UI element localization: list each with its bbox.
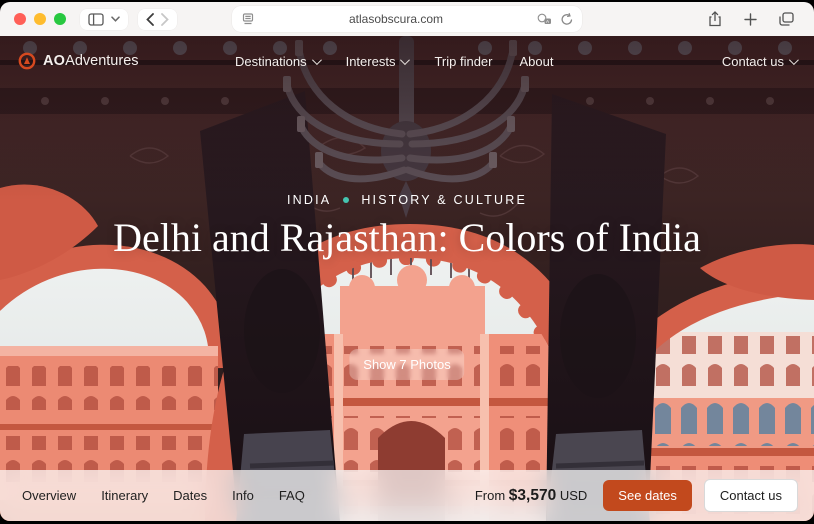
trip-tabs: Overview Itinerary Dates Info FAQ: [22, 488, 305, 503]
nav-item-destinations[interactable]: Destinations: [235, 54, 322, 69]
breadcrumb-category[interactable]: HISTORY & CULTURE: [361, 193, 527, 207]
breadcrumb-dot: [343, 197, 350, 203]
sidebar-chevron-down-icon[interactable]: [111, 16, 120, 22]
page-title: Delhi and Rajasthan: Colors of India: [113, 215, 701, 260]
back-button-icon[interactable]: [146, 12, 154, 26]
show-photos-button[interactable]: Show 7 Photos: [349, 349, 465, 380]
reader-view-icon[interactable]: [241, 12, 255, 26]
zoom-window-button[interactable]: [54, 13, 66, 25]
chevron-down-icon: [788, 54, 799, 65]
nav-item-interests[interactable]: Interests: [346, 54, 411, 69]
see-dates-button[interactable]: See dates: [603, 480, 692, 511]
minimize-window-button[interactable]: [34, 13, 46, 25]
ao-logo-icon: [18, 52, 36, 70]
chevron-down-icon: [311, 54, 322, 65]
hero-section: AOAdventures Destinations Interests Trip…: [0, 36, 814, 521]
trip-actions: From $3,570 USD See dates Contact us: [475, 479, 798, 512]
price-text: From $3,570 USD: [474, 486, 588, 504]
sidebar-controls: [80, 8, 128, 30]
price-amount: $3,570: [508, 486, 557, 504]
tab-faq[interactable]: FAQ: [279, 488, 305, 503]
brand-text: AOAdventures: [43, 53, 139, 69]
traffic-lights: [14, 13, 66, 25]
forward-button-icon[interactable]: [161, 12, 169, 26]
tab-itinerary[interactable]: Itinerary: [101, 488, 148, 503]
site-navbar: AOAdventures Destinations Interests Trip…: [0, 36, 814, 86]
reload-icon[interactable]: [561, 12, 573, 26]
history-nav: [138, 8, 177, 30]
chevron-down-icon: [400, 54, 411, 65]
close-window-button[interactable]: [14, 13, 26, 25]
breadcrumb: INDIA HISTORY & CULTURE: [0, 193, 814, 207]
share-icon[interactable]: [708, 11, 722, 27]
trip-action-bar: Overview Itinerary Dates Info FAQ From $…: [0, 470, 814, 521]
browser-titlebar: atlasobscura.com A: [0, 2, 814, 36]
browser-window: atlasobscura.com A AOAdventures Destinat…: [0, 2, 814, 521]
tab-overview[interactable]: Overview: [22, 488, 76, 503]
sidebar-icon[interactable]: [88, 12, 104, 26]
contact-us-button[interactable]: Contact us: [703, 479, 798, 512]
nav-item-trip-finder[interactable]: Trip finder: [434, 54, 492, 69]
brand-logo[interactable]: AOAdventures: [18, 52, 139, 70]
url-text[interactable]: atlasobscura.com: [255, 12, 537, 26]
nav-links: Destinations Interests Trip finder About: [235, 54, 553, 69]
nav-item-about[interactable]: About: [519, 54, 553, 69]
address-bar[interactable]: atlasobscura.com A: [232, 6, 582, 32]
tab-overview-icon[interactable]: [779, 12, 794, 26]
tab-dates[interactable]: Dates: [173, 488, 207, 503]
tab-info[interactable]: Info: [232, 488, 254, 503]
translate-icon[interactable]: A: [537, 13, 552, 25]
toolbar-right: [708, 11, 800, 27]
breadcrumb-country[interactable]: INDIA: [287, 193, 331, 207]
nav-contact-us[interactable]: Contact us: [722, 54, 799, 69]
new-tab-icon[interactable]: [744, 12, 757, 26]
hero-photo: [0, 36, 814, 521]
